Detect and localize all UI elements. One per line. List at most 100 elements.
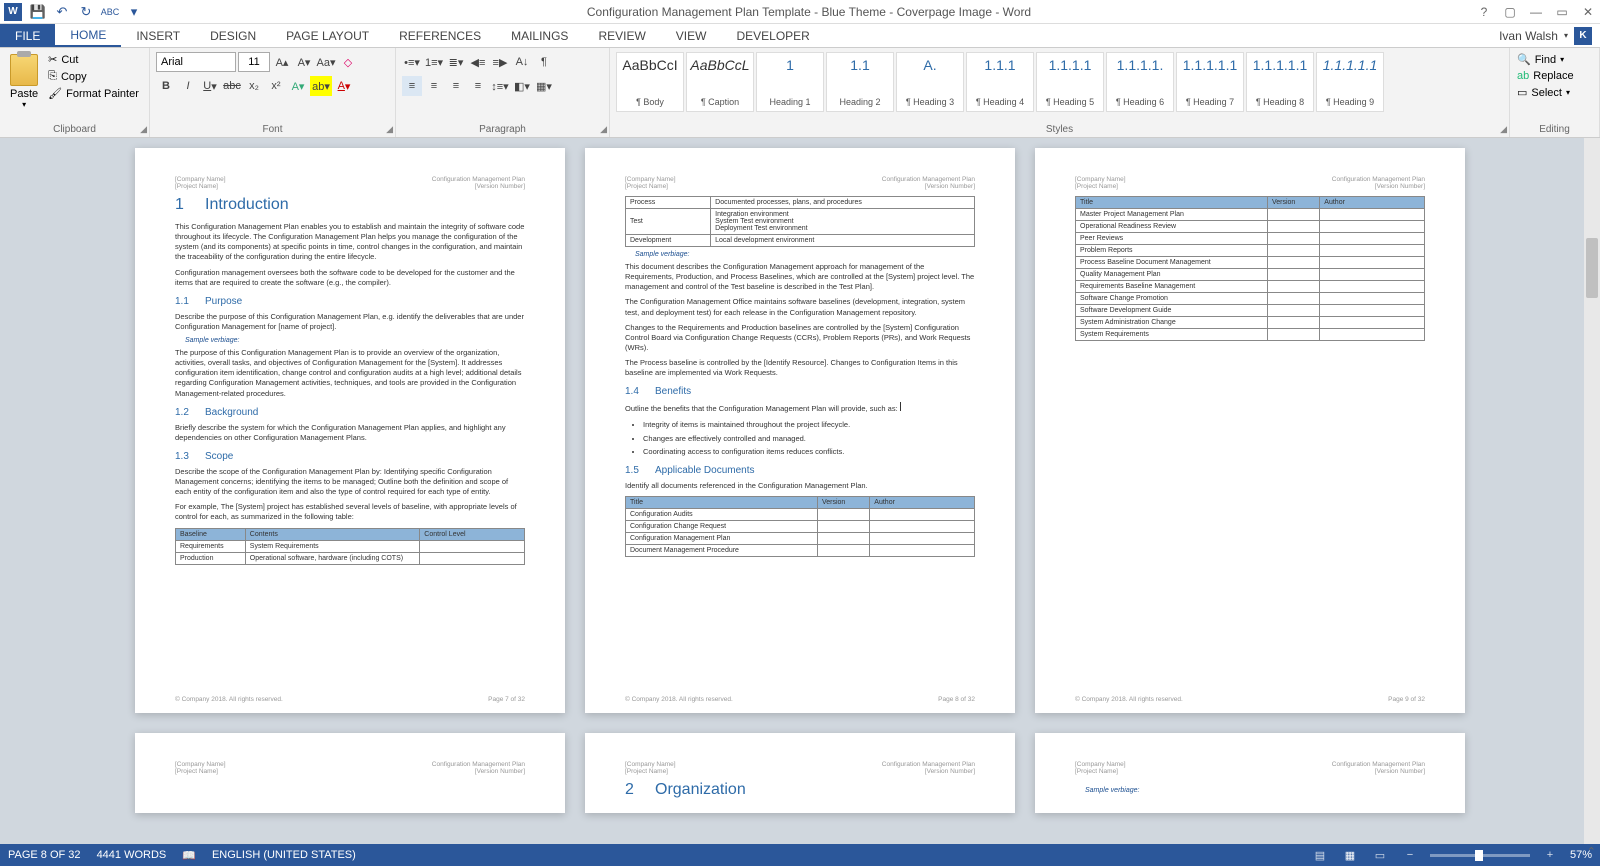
zoom-in-button[interactable]: + — [1540, 847, 1560, 863]
redo-icon[interactable]: ↻ — [78, 4, 94, 20]
vertical-scrollbar[interactable] — [1584, 138, 1600, 844]
save-icon[interactable]: 💾 — [30, 4, 46, 20]
document-area[interactable]: [Company Name][Project Name]Configuratio… — [0, 138, 1600, 844]
ribbon-tabs: FILE HOME INSERT DESIGN PAGE LAYOUT REFE… — [0, 24, 1600, 48]
replace-button[interactable]: abReplace — [1516, 69, 1575, 83]
style-item[interactable]: 1Heading 1 — [756, 52, 824, 112]
zoom-handle[interactable] — [1475, 850, 1483, 861]
web-layout-icon[interactable]: ▭ — [1370, 847, 1390, 863]
align-left-button[interactable]: ≡ — [402, 76, 422, 96]
paste-button[interactable]: Paste ▾ — [6, 52, 42, 111]
align-right-button[interactable]: ≡ — [446, 76, 466, 96]
strike-button[interactable]: abc — [222, 76, 242, 96]
group-editing: 🔍Find▾ abReplace ▭Select▾ Editing — [1510, 48, 1600, 137]
numbering-button[interactable]: 1≡▾ — [424, 52, 444, 72]
highlight-button[interactable]: ab▾ — [310, 76, 332, 96]
tab-design[interactable]: DESIGN — [195, 24, 271, 47]
multilevel-button[interactable]: ≣▾ — [446, 52, 466, 72]
styles-launcher[interactable]: ◢ — [1500, 124, 1507, 135]
subscript-button[interactable]: x₂ — [244, 76, 264, 96]
tab-mailings[interactable]: MAILINGS — [496, 24, 583, 47]
style-item[interactable]: AaBbCcL¶ Caption — [686, 52, 754, 112]
style-item[interactable]: 1.1.1¶ Heading 4 — [966, 52, 1034, 112]
grow-font-button[interactable]: A▴ — [272, 52, 292, 72]
status-words[interactable]: 4441 WORDS — [97, 849, 167, 861]
copy-icon: ⎘ — [48, 70, 57, 83]
find-icon: 🔍 — [1517, 53, 1531, 66]
style-item[interactable]: AaBbCcI¶ Body — [616, 52, 684, 112]
quick-access-toolbar: W 💾 ↶ ↻ ABC ▾ — [4, 3, 142, 21]
status-language[interactable]: ENGLISH (UNITED STATES) — [212, 849, 356, 861]
page-10[interactable]: [Company Name][Project Name]Configuratio… — [135, 733, 565, 813]
format-painter-button[interactable]: 🖌Format Painter — [46, 86, 141, 101]
user-area[interactable]: Ivan Walsh ▾ K — [1491, 24, 1600, 47]
align-center-button[interactable]: ≡ — [424, 76, 444, 96]
spellcheck-icon[interactable]: ABC — [102, 4, 118, 20]
tab-developer[interactable]: DEVELOPER — [721, 24, 824, 47]
page-9[interactable]: [Company Name][Project Name]Configuratio… — [1035, 148, 1465, 713]
style-item[interactable]: 1.1.1.1.¶ Heading 6 — [1106, 52, 1174, 112]
underline-button[interactable]: U▾ — [200, 76, 220, 96]
indent-button[interactable]: ≡▶ — [490, 52, 510, 72]
bullets-button[interactable]: •≡▾ — [402, 52, 422, 72]
clear-format-button[interactable]: ◇ — [338, 52, 358, 72]
italic-button[interactable]: I — [178, 76, 198, 96]
page-7[interactable]: [Company Name][Project Name]Configuratio… — [135, 148, 565, 713]
tab-page-layout[interactable]: PAGE LAYOUT — [271, 24, 384, 47]
clipboard-launcher[interactable]: ◢ — [140, 124, 147, 135]
bold-button[interactable]: B — [156, 76, 176, 96]
tab-view[interactable]: VIEW — [661, 24, 722, 47]
copy-button[interactable]: ⎘Copy — [46, 69, 141, 84]
change-case-button[interactable]: Aa▾ — [316, 52, 336, 72]
undo-icon[interactable]: ↶ — [54, 4, 70, 20]
style-item[interactable]: 1.1.1.1.1¶ Heading 8 — [1246, 52, 1314, 112]
style-item[interactable]: 1.1.1.1.1¶ Heading 7 — [1176, 52, 1244, 112]
page-12[interactable]: [Company Name][Project Name]Configuratio… — [1035, 733, 1465, 813]
zoom-slider[interactable] — [1430, 854, 1530, 857]
cut-button[interactable]: ✂Cut — [46, 52, 141, 67]
style-item[interactable]: A.¶ Heading 3 — [896, 52, 964, 112]
shrink-font-button[interactable]: A▾ — [294, 52, 314, 72]
borders-button[interactable]: ▦▾ — [534, 76, 554, 96]
outdent-button[interactable]: ◀≡ — [468, 52, 488, 72]
style-item[interactable]: 1.1.1.1¶ Heading 5 — [1036, 52, 1104, 112]
ribbon-options-icon[interactable]: ▢ — [1502, 4, 1518, 20]
sort-button[interactable]: A↓ — [512, 52, 532, 72]
tab-review[interactable]: REVIEW — [583, 24, 660, 47]
text-effects-button[interactable]: A▾ — [288, 76, 308, 96]
page-11[interactable]: [Company Name][Project Name]Configuratio… — [585, 733, 1015, 813]
superscript-button[interactable]: x² — [266, 76, 286, 96]
maximize-icon[interactable]: ▭ — [1554, 4, 1570, 20]
word-icon: W — [4, 3, 22, 21]
line-spacing-button[interactable]: ↕≡▾ — [490, 76, 510, 96]
font-color-button[interactable]: A▾ — [334, 76, 354, 96]
tab-insert[interactable]: INSERT — [121, 24, 195, 47]
status-page[interactable]: PAGE 8 OF 32 — [8, 849, 81, 861]
page-8[interactable]: [Company Name][Project Name]Configuratio… — [585, 148, 1015, 713]
tab-home[interactable]: HOME — [55, 24, 121, 47]
tab-references[interactable]: REFERENCES — [384, 24, 496, 47]
font-launcher[interactable]: ◢ — [386, 124, 393, 135]
justify-button[interactable]: ≡ — [468, 76, 488, 96]
window-title: Configuration Management Plan Template -… — [142, 5, 1476, 19]
window-controls: ? ▢ — ▭ ✕ — [1476, 4, 1596, 20]
minimize-icon[interactable]: — — [1528, 4, 1544, 20]
font-size-input[interactable] — [238, 52, 270, 72]
shading-button[interactable]: ◧▾ — [512, 76, 532, 96]
tab-file[interactable]: FILE — [0, 24, 55, 47]
scroll-thumb[interactable] — [1586, 238, 1598, 298]
paragraph-launcher[interactable]: ◢ — [600, 124, 607, 135]
style-item[interactable]: 1.1.1.1.1¶ Heading 9 — [1316, 52, 1384, 112]
close-icon[interactable]: ✕ — [1580, 4, 1596, 20]
read-mode-icon[interactable]: ▤ — [1310, 847, 1330, 863]
select-button[interactable]: ▭Select▾ — [1516, 85, 1575, 100]
style-item[interactable]: 1.1Heading 2 — [826, 52, 894, 112]
collapse-ribbon-icon[interactable]: ⌃ — [1587, 845, 1596, 858]
show-marks-button[interactable]: ¶ — [534, 52, 554, 72]
zoom-out-button[interactable]: − — [1400, 847, 1420, 863]
qat-more-icon[interactable]: ▾ — [126, 4, 142, 20]
print-layout-icon[interactable]: ▦ — [1340, 847, 1360, 863]
find-button[interactable]: 🔍Find▾ — [1516, 52, 1575, 67]
help-icon[interactable]: ? — [1476, 4, 1492, 20]
font-name-input[interactable] — [156, 52, 236, 72]
